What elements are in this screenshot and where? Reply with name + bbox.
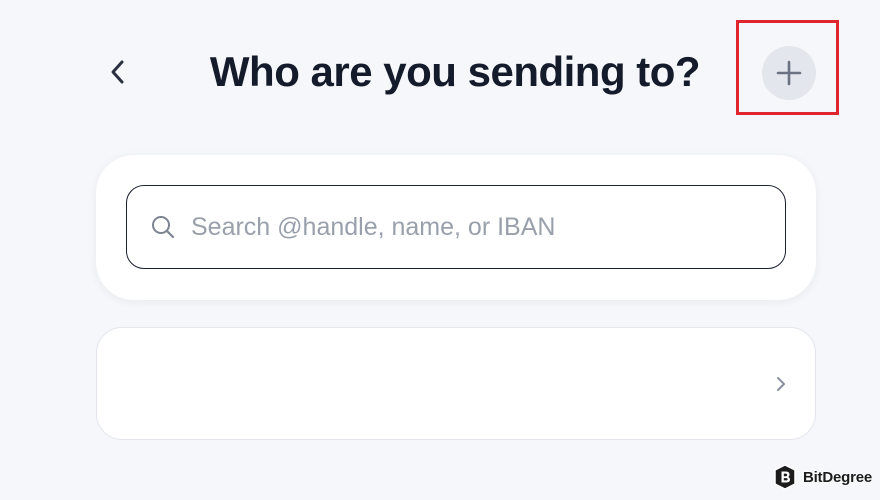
bitdegree-logo-icon: [774, 464, 796, 490]
chevron-left-icon: [111, 60, 124, 84]
recipient-list-item[interactable]: [96, 327, 816, 440]
chevron-right-icon: [773, 374, 789, 394]
back-button[interactable]: [100, 52, 136, 92]
plus-icon: [776, 60, 802, 86]
search-field[interactable]: [126, 185, 786, 269]
search-icon: [149, 213, 177, 241]
bitdegree-watermark: BitDegree: [773, 464, 872, 490]
watermark-text: BitDegree: [802, 468, 872, 486]
search-card: [96, 155, 816, 300]
page-title: Who are you sending to?: [209, 48, 701, 95]
search-input[interactable]: [191, 212, 751, 242]
add-recipient-button[interactable]: [762, 46, 816, 100]
